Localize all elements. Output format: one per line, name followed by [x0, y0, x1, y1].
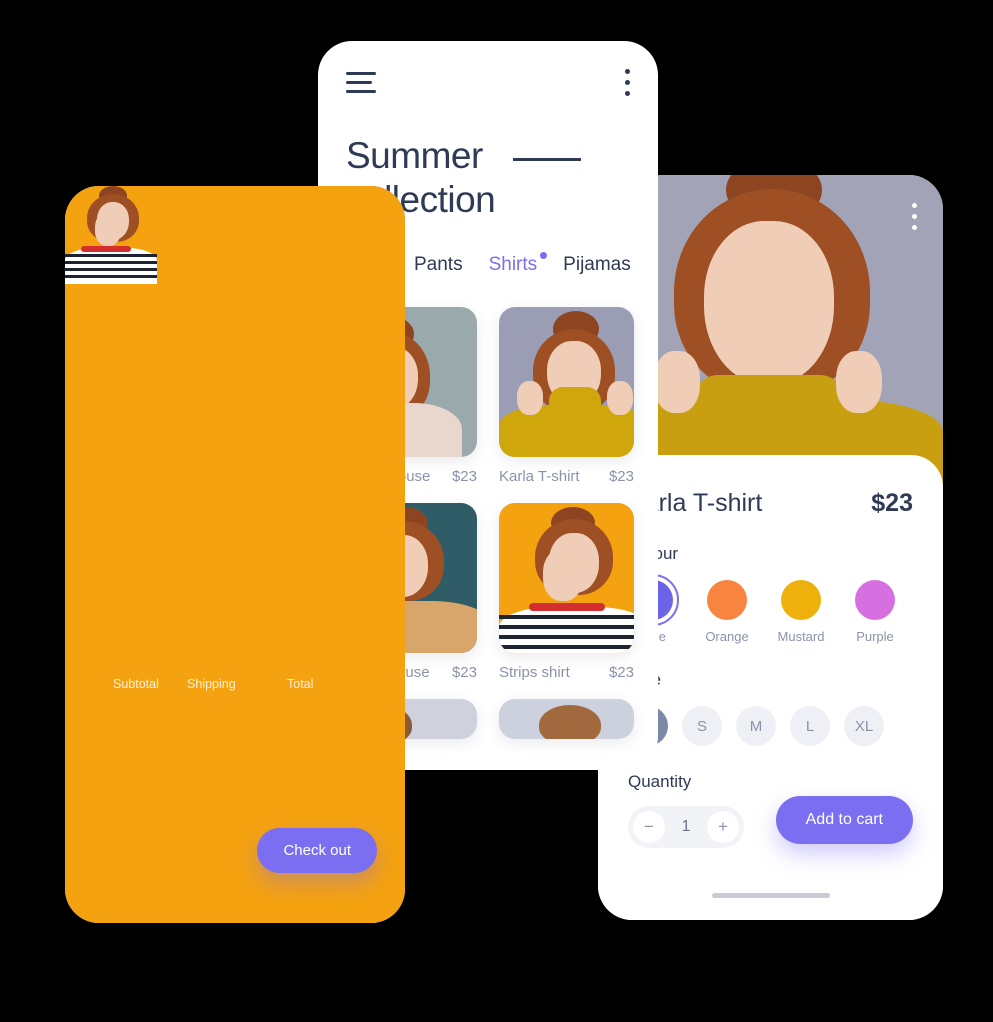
- kebab-menu-icon[interactable]: [912, 203, 917, 230]
- cart-item-image: [65, 186, 405, 923]
- product-image: [499, 503, 634, 654]
- tab-badge-dot: [540, 252, 548, 260]
- cart-item[interactable]: Strips shirt $23 ColourRed SizeXS Quanti…: [65, 186, 405, 923]
- product-card[interactable]: [499, 699, 634, 740]
- product-price: $23: [608, 664, 634, 682]
- tab-pijamas[interactable]: Pijamas: [563, 254, 631, 276]
- colour-swatch-orange[interactable]: Orange: [702, 580, 752, 644]
- detail-header: Karla T-shirt $23: [628, 489, 913, 518]
- tab-pants[interactable]: Pants: [414, 254, 463, 276]
- product-image: [499, 307, 634, 458]
- detail-product-price: $23: [871, 489, 913, 517]
- quantity-stepper: − 1 +: [628, 806, 744, 848]
- colour-dot: [781, 580, 821, 620]
- tab-pants-label: Pants: [414, 254, 463, 276]
- size-option-s[interactable]: S: [682, 706, 722, 746]
- product-price: $23: [451, 664, 477, 682]
- home-indicator: [711, 893, 830, 898]
- subtotal-label: Subtotal: [113, 677, 159, 691]
- product-meta: Strips shirt $23: [499, 664, 634, 681]
- product-meta: Karla T-shirt $23: [499, 468, 634, 485]
- product-price: $23: [608, 468, 634, 486]
- colour-swatches: Blue Orange Mustard Purple: [627, 574, 913, 644]
- quantity-decrement-button[interactable]: −: [633, 811, 665, 843]
- colour-name: Orange: [705, 629, 749, 644]
- cart-phone: My cart Kitten Blo: [65, 186, 405, 923]
- kebab-menu-icon[interactable]: [625, 69, 630, 96]
- add-to-cart-button[interactable]: Add to cart: [775, 796, 913, 844]
- colour-name: Purple: [856, 629, 894, 644]
- colour-dot: [707, 580, 747, 620]
- product-image: [499, 699, 634, 740]
- checkout-button[interactable]: Check out: [257, 828, 377, 873]
- colour-swatch-purple[interactable]: Purple: [850, 580, 900, 644]
- mockup-stage: Summer collection Pants Shirts Pijamas B…: [0, 0, 993, 1022]
- colour-swatch-mustard[interactable]: Mustard: [776, 580, 826, 644]
- product-card[interactable]: Strips shirt $23: [499, 503, 634, 681]
- size-option-xl[interactable]: XL: [844, 706, 884, 746]
- cart-items-list: Kitten Blouse $40 ColourRed SizeXS Quant…: [65, 186, 405, 923]
- size-option-l[interactable]: L: [790, 706, 830, 746]
- tab-shirts[interactable]: Shirts: [488, 252, 548, 276]
- quantity-value: 1: [681, 818, 691, 835]
- hamburger-icon[interactable]: [346, 72, 376, 93]
- tab-shirts-label: Shirts: [488, 254, 538, 276]
- colour-section-label: Colour: [628, 544, 913, 564]
- catalog-topbar: [318, 41, 658, 96]
- size-option-m[interactable]: M: [736, 706, 776, 746]
- size-section-label: Size: [628, 670, 913, 690]
- page-title-line1: Summer: [346, 135, 483, 176]
- product-name: Strips shirt: [499, 664, 570, 682]
- colour-name: Mustard: [777, 629, 825, 644]
- tab-pijamas-label: Pijamas: [563, 254, 631, 276]
- quantity-increment-button[interactable]: +: [707, 811, 739, 843]
- product-name: Karla T-shirt: [499, 468, 580, 486]
- product-price: $23: [451, 468, 477, 486]
- title-rule: [513, 158, 582, 161]
- shipping-label: Shipping: [187, 677, 236, 691]
- product-card[interactable]: Karla T-shirt $23: [499, 307, 634, 485]
- colour-dot: [855, 580, 895, 620]
- total-label: Total: [287, 677, 314, 691]
- quantity-section-label: Quantity: [628, 772, 692, 791]
- size-options: XS S M L XL: [628, 706, 913, 746]
